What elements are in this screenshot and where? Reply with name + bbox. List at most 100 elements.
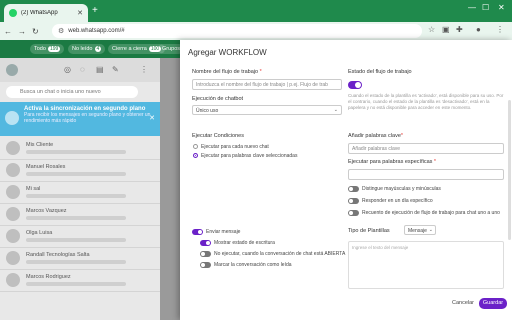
- wa-sidebar: ◎ ◌ ▤ ✎ ⋮ Busca un chat o inicia uno nue…: [0, 58, 160, 320]
- chip-unread[interactable]: No leído 4: [68, 44, 106, 54]
- url-bar[interactable]: ⚙ web.whatsapp.com/#: [52, 24, 422, 38]
- template-type-label: Tipo de Plantillas: [348, 228, 390, 234]
- chat-name: Marcos Vazquez: [26, 208, 67, 214]
- list-item[interactable]: Mis Cliente: [0, 138, 160, 160]
- send-message-label: Enviar mensaje: [206, 229, 241, 235]
- chat-name: Manuel Rosales: [26, 164, 66, 170]
- new-chat-icon[interactable]: ✎: [112, 65, 119, 74]
- cancel-button[interactable]: Cancelar: [451, 298, 475, 309]
- maximize-icon[interactable]: ☐: [482, 3, 489, 12]
- url-text: web.whatsapp.com/#: [68, 28, 125, 34]
- sync-banner[interactable]: Activa la sincronización en segundo plan…: [0, 102, 160, 136]
- chat-preview: [26, 150, 126, 154]
- list-item[interactable]: Manuel Rosales: [0, 160, 160, 182]
- chip-label: Grupos: [162, 46, 181, 52]
- tab-title: (2) WhatsApp: [21, 10, 58, 16]
- whatsapp-favicon-icon: [9, 9, 17, 17]
- show-typing-toggle[interactable]: [200, 240, 211, 246]
- list-item[interactable]: Marcos Vazquez: [0, 204, 160, 226]
- reload-icon[interactable]: ↻: [32, 27, 39, 36]
- chip-count: 199: [47, 46, 61, 52]
- forward-icon[interactable]: →: [18, 27, 26, 36]
- exec-count-label: Recuento de ejecución de flujo de trabaj…: [362, 210, 500, 216]
- community-icon[interactable]: ◎: [64, 65, 71, 74]
- list-item[interactable]: Marcos Rodriguez: [0, 270, 160, 292]
- site-info-icon[interactable]: ⚙: [58, 27, 64, 35]
- chat-name: Mi sal: [26, 186, 41, 192]
- list-item[interactable]: Mi sal: [0, 182, 160, 204]
- avatar: [6, 273, 20, 287]
- chat-name: Olga Luisa: [26, 230, 53, 236]
- chat-area-backdrop: [160, 58, 180, 320]
- workflow-name-label: Nombre del flujo de trabajo *: [192, 69, 262, 75]
- chip-todo[interactable]: Todo 199: [30, 44, 65, 54]
- puzzle-icon[interactable]: ✚: [456, 25, 463, 34]
- specific-words-input[interactable]: [348, 169, 504, 180]
- chat-preview: [26, 260, 126, 264]
- mark-read-toggle[interactable]: [200, 262, 211, 268]
- avatar: [6, 229, 20, 243]
- extension-icon[interactable]: ▣: [442, 25, 450, 34]
- avatar[interactable]: [6, 64, 18, 76]
- save-button[interactable]: Guardar: [479, 298, 507, 309]
- exec-count-toggle[interactable]: [348, 210, 359, 216]
- chevron-down-icon: ⌄: [428, 227, 433, 233]
- radio-each-chat[interactable]: [193, 144, 198, 149]
- chat-name: Marcos Rodriguez: [26, 274, 71, 280]
- avatar: [6, 207, 20, 221]
- specific-day-toggle[interactable]: [348, 198, 359, 204]
- modal-scrollbar[interactable]: [508, 100, 511, 240]
- menu-icon[interactable]: ⋮: [140, 65, 148, 74]
- new-tab-icon[interactable]: +: [92, 5, 98, 16]
- avatar: [6, 163, 20, 177]
- list-item[interactable]: Randall Tecnologías Salta: [0, 248, 160, 270]
- address-toolbar: ← → ↻ ⚙ web.whatsapp.com/# ☆ ▣ ✚ ● ⋮: [0, 22, 512, 40]
- chip-closing[interactable]: Cierre a cierra 100: [108, 44, 166, 54]
- star-icon[interactable]: ☆: [428, 25, 435, 34]
- case-sensitive-toggle[interactable]: [348, 186, 359, 192]
- menu-icon[interactable]: ⋮: [496, 25, 504, 34]
- status-icon[interactable]: ◌: [80, 65, 85, 74]
- no-exec-open-toggle[interactable]: [200, 251, 211, 257]
- show-typing-label: Mostrar estado de escritura: [214, 240, 275, 246]
- profile-avatar[interactable]: ●: [476, 25, 481, 34]
- sidebar-header: ◎ ◌ ▤ ✎ ⋮: [0, 58, 160, 82]
- channels-icon[interactable]: ▤: [96, 65, 104, 74]
- modal-title: Agregar WORKFLOW: [188, 48, 267, 57]
- browser-tab[interactable]: (2) WhatsApp ✕: [4, 4, 88, 22]
- specific-words-label: Ejecutar para palabras específicas *: [348, 159, 437, 165]
- keywords-input[interactable]: Añadir palabras clave: [348, 143, 504, 154]
- minimize-icon[interactable]: —: [468, 3, 476, 12]
- workflow-status-toggle[interactable]: [348, 81, 362, 89]
- case-sensitive-label: Distingue mayúsculas y minúsculas: [362, 186, 441, 192]
- chatbot-select[interactable]: Único uso ⌄: [192, 105, 342, 115]
- send-message-toggle[interactable]: [192, 229, 203, 235]
- template-type-select[interactable]: Mensaje ⌄: [404, 225, 436, 235]
- search-input[interactable]: Busca un chat o inicia uno nuevo: [6, 86, 138, 98]
- back-icon[interactable]: ←: [4, 27, 12, 36]
- workflow-name-field[interactable]: Introduzca el nombre del flujo de trabaj…: [192, 79, 342, 90]
- message-textarea[interactable]: Ingrese el texto del mensaje: [348, 241, 504, 289]
- chat-name: Randall Tecnologías Salta: [26, 252, 90, 258]
- chat-preview: [26, 238, 126, 242]
- status-help-text: Cuando el estado de la plantilla es 'act…: [348, 93, 504, 110]
- chat-preview: [26, 216, 126, 220]
- browser-tabbar: (2) WhatsApp ✕ + — ☐ ✕: [0, 0, 512, 22]
- avatar: [6, 141, 20, 155]
- workflow-modal: Agregar WORKFLOW Nombre del flujo de tra…: [180, 40, 512, 320]
- chip-label: Todo: [34, 46, 46, 52]
- chevron-down-icon: ⌄: [333, 107, 338, 113]
- template-type-value: Mensaje: [408, 228, 427, 234]
- close-window-icon[interactable]: ✕: [498, 3, 505, 12]
- radio-keywords[interactable]: [193, 153, 198, 158]
- chatbot-label: Ejecución de chatbot: [192, 96, 244, 102]
- bell-icon: [5, 111, 19, 125]
- keywords-label: Añadir palabras clave*: [348, 133, 404, 139]
- close-icon[interactable]: ✕: [149, 114, 155, 122]
- chip-label: Cierre a cierra: [112, 46, 147, 52]
- list-item[interactable]: Olga Luisa: [0, 226, 160, 248]
- close-tab-icon[interactable]: ✕: [77, 9, 83, 17]
- status-label: Estado del flujo de trabajo: [348, 69, 412, 75]
- chip-label: No leído: [72, 46, 93, 52]
- radio-each-chat-label: Ejecutar para cada nuevo chat: [201, 144, 269, 150]
